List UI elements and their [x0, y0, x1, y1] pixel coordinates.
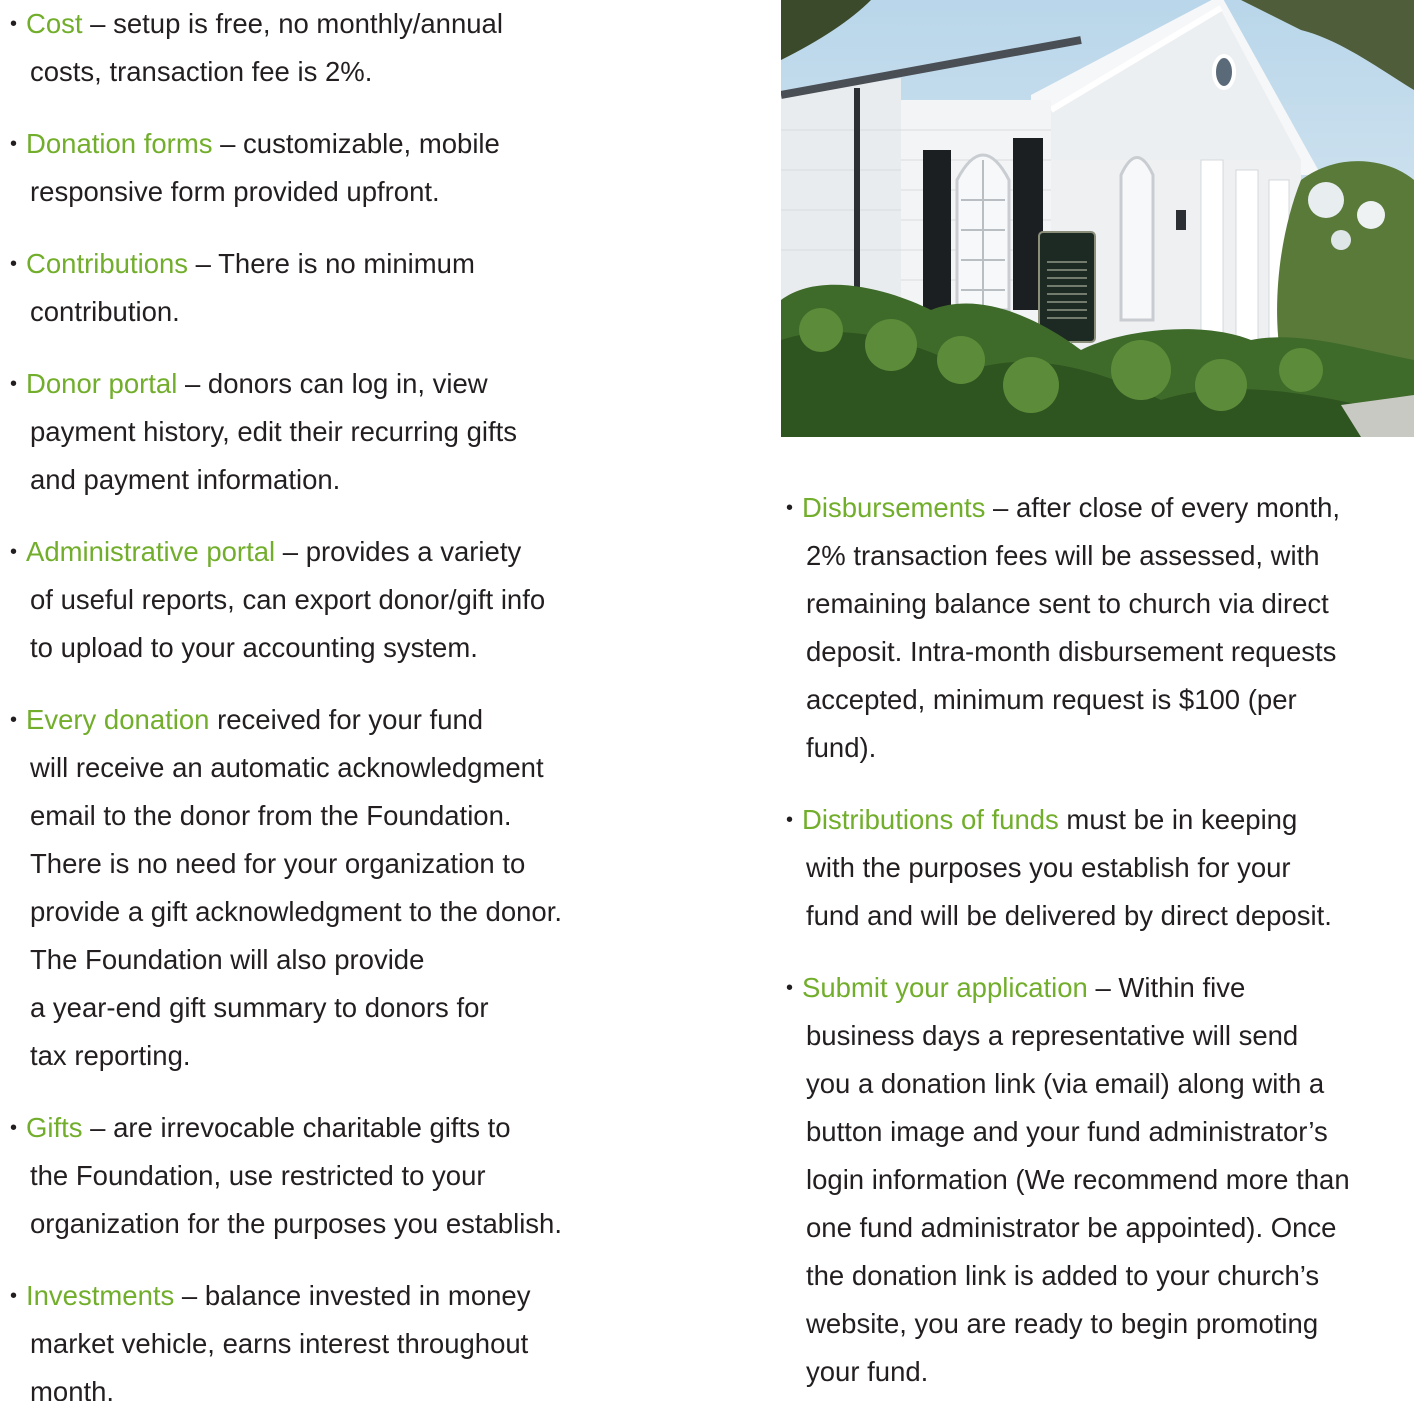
item-text: website, you are ready to begin promotin… [806, 1308, 1319, 1339]
item-text: to upload to your accounting system. [30, 632, 478, 663]
item-text: – balance invested in money [174, 1280, 531, 1311]
item-text: – setup is free, no monthly/annual [82, 8, 503, 39]
item-text: – after close of every month, [985, 492, 1341, 523]
item-text: the donation link is added to your churc… [806, 1260, 1320, 1291]
item-text: provide a gift acknowledgment to the don… [30, 896, 563, 927]
item-text: remaining balance sent to church via dir… [806, 588, 1329, 619]
bullet-dot: • [10, 13, 18, 35]
item-heading: Investments [26, 1280, 175, 1311]
item-heading: Administrative portal [26, 536, 276, 567]
item-text: business days a representative will send [806, 1020, 1299, 1051]
item-heading: Donor portal [26, 368, 178, 399]
item-heading: Submit your application [802, 972, 1088, 1003]
item-text: organization for the purposes you establ… [30, 1208, 562, 1239]
bullet-dot: • [10, 709, 18, 731]
bullet-dot: • [786, 977, 794, 999]
item-text: a year-end gift summary to donors for [30, 992, 489, 1023]
bullet-dot: • [786, 809, 794, 831]
item-text: – customizable, mobile [212, 128, 500, 159]
item-text: of useful reports, can export donor/gift… [30, 584, 546, 615]
item-text: – provides a variety [275, 536, 522, 567]
item-text: month. [30, 1376, 115, 1401]
item-heading: Contributions [26, 248, 189, 279]
item-text: you a donation link (via email) along wi… [806, 1068, 1325, 1099]
bullet-dot: • [10, 1285, 18, 1307]
item-text: – There is no minimum [188, 248, 475, 279]
bullet-contributions: • Contributions – There is no minimum con… [10, 240, 475, 336]
item-text: will receive an automatic acknowledgment [30, 752, 544, 783]
item-text: payment history, edit their recurring gi… [30, 416, 518, 447]
bullet-cost: • Cost – setup is free, no monthly/annual… [10, 0, 503, 96]
bullet-dot: • [10, 253, 18, 275]
bullet-donor-portal: • Donor portal – donors can log in, view … [10, 360, 517, 504]
item-text: – donors can log in, view [177, 368, 488, 399]
item-text: received for your fund [209, 704, 484, 735]
item-text: There is no need for your organization t… [30, 848, 526, 879]
bullet-administrative-portal: • Administrative portal – provides a vari… [10, 528, 545, 672]
item-heading: Donation forms [26, 128, 213, 159]
church-photo [781, 0, 1414, 437]
item-text: 2% transaction fees will be assessed, wi… [806, 540, 1320, 571]
item-text: tax reporting. [30, 1040, 191, 1071]
item-text: with the purposes you establish for your [806, 852, 1291, 883]
item-heading: Gifts [26, 1112, 83, 1143]
church-illustration [781, 0, 1414, 437]
item-text: must be in keeping [1058, 804, 1298, 835]
item-text: the Foundation, use restricted to your [30, 1160, 486, 1191]
bullet-every-donation: • Every donation received for your fund w… [10, 696, 562, 1080]
item-text: fund). [806, 732, 877, 763]
item-text: market vehicle, earns interest throughou… [30, 1328, 529, 1359]
item-text: responsive form provided upfront. [30, 176, 440, 207]
item-heading: Every donation [26, 704, 210, 735]
bullet-dot: • [10, 133, 18, 155]
bullet-dot: • [10, 373, 18, 395]
item-text: and payment information. [30, 464, 341, 495]
item-text: accepted, minimum request is $100 (per [806, 684, 1297, 715]
item-heading: Disbursements [802, 492, 986, 523]
item-heading: Distributions of funds [802, 804, 1059, 835]
bullet-investments: • Investments – balance invested in money… [10, 1272, 530, 1401]
bullet-submit-your-application: • Submit your application – Within five b… [786, 964, 1350, 1396]
item-text: The Foundation will also provide [30, 944, 425, 975]
item-text: – are irrevocable charitable gifts to [82, 1112, 511, 1143]
item-text: email to the donor from the Foundation. [30, 800, 512, 831]
bullet-dot: • [10, 541, 18, 563]
item-text: button image and your fund administrator… [806, 1116, 1328, 1147]
bullet-dot: • [786, 497, 794, 519]
item-text: contribution. [30, 296, 180, 327]
item-text: login information (We recommend more tha… [806, 1164, 1350, 1195]
item-text: one fund administrator be appointed). On… [806, 1212, 1337, 1243]
bullet-dot: • [10, 1117, 18, 1139]
item-text: fund and will be delivered by direct dep… [806, 900, 1332, 931]
bullet-disbursements: • Disbursements – after close of every mo… [786, 484, 1340, 772]
item-text: costs, transaction fee is 2%. [30, 56, 373, 87]
item-text: deposit. Intra-month disbursement reques… [806, 636, 1337, 667]
item-text: your fund. [806, 1356, 929, 1387]
item-heading: Cost [26, 8, 83, 39]
bullet-distributions-of-funds: • Distributions of funds must be in keepi… [786, 796, 1332, 940]
item-text: – Within five [1087, 972, 1246, 1003]
bullet-gifts: • Gifts – are irrevocable charitable gift… [10, 1104, 562, 1248]
bullet-donation-forms: • Donation forms – customizable, mobile r… [10, 120, 500, 216]
